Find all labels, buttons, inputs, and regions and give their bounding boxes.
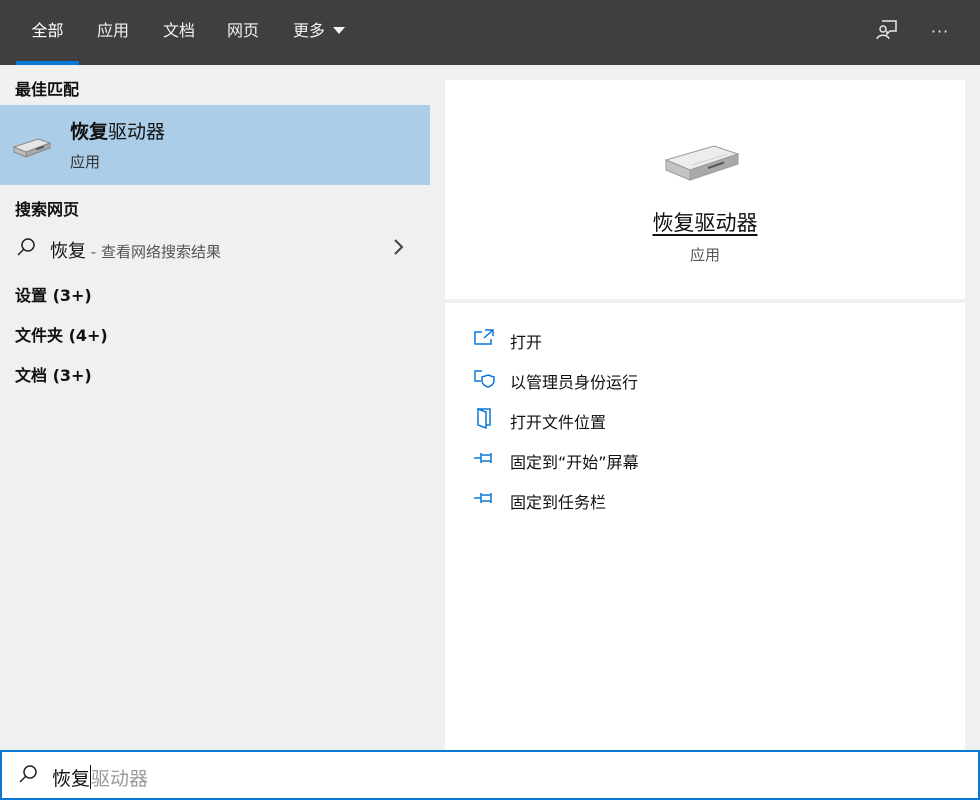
search-box[interactable]: 恢复驱动器 [0,750,980,800]
action-open-file-location-label: 打开文件位置 [510,413,607,432]
more-options-icon[interactable]: ··· [926,18,954,46]
action-run-as-admin-label: 以管理员身份运行 [510,373,639,392]
drive-icon [664,145,740,181]
file-location-icon [477,407,491,429]
top-nav-bar: 全部 应用 文档 网页 更多 ··· [0,0,980,65]
search-icon [19,765,37,783]
preview-actions: 打开 以管理员身份运行 打开文件位置 固定到“开始”屏幕 固定到任务栏 [445,303,965,750]
best-match-item[interactable]: 恢复驱动器 应用 [0,105,430,185]
action-pin-to-taskbar[interactable]: 固定到任务栏 [473,485,943,515]
action-open-file-location[interactable]: 打开文件位置 [473,405,943,435]
action-run-as-admin[interactable]: 以管理员身份运行 [473,365,943,395]
preview-app-title[interactable]: 恢复驱动器 [445,207,965,237]
pin-icon [474,493,492,503]
results-panel: 最佳匹配 恢复驱动器 应用 搜索网页 恢复 - 查看网络搜索结果 设置 (3+)… [0,65,430,750]
search-icon [17,238,35,256]
best-match-type: 应用 [70,153,101,171]
best-match-name-rest: 驱动器 [108,121,166,143]
tab-more-label: 更多 [292,21,325,40]
action-open-label: 打开 [510,333,543,352]
web-result-text: 恢复 - 查看网络搜索结果 [50,237,221,263]
documents-group-heading[interactable]: 文档 (3+) [15,362,92,386]
search-input[interactable]: 恢复驱动器 [52,764,148,791]
preview-app-type: 应用 [689,246,720,264]
chevron-right-icon[interactable] [392,237,406,257]
open-icon [474,329,494,345]
pin-icon [474,453,492,463]
preview-header: 恢复驱动器 应用 [445,80,965,299]
best-match-heading: 最佳匹配 [15,80,80,99]
tab-documents[interactable]: 文档 [152,0,206,65]
tab-all-label: 全部 [31,21,64,40]
tab-more[interactable]: 更多 [283,0,355,65]
web-search-result[interactable]: 恢复 - 查看网络搜索结果 [0,227,430,269]
tab-documents-label: 文档 [162,21,195,40]
feedback-icon[interactable] [873,18,901,46]
best-match-name-bold: 恢复 [70,121,109,143]
settings-group-heading[interactable]: 设置 (3+) [15,282,92,306]
web-result-query: 恢复 [50,241,86,262]
action-pin-to-taskbar-label: 固定到任务栏 [510,493,607,512]
action-pin-to-start-label: 固定到“开始”屏幕 [510,453,639,472]
web-result-hint: - 查看网络搜索结果 [86,243,221,261]
drive-icon [12,138,52,158]
folders-group-heading[interactable]: 文件夹 (4+) [15,322,108,346]
admin-shield-icon [474,370,495,388]
search-typed-text: 恢复 [52,768,91,790]
web-search-heading: 搜索网页 [15,200,80,219]
search-autocomplete-suggestion: 驱动器 [91,768,149,790]
best-match-name: 恢复驱动器 [70,117,165,144]
tab-web[interactable]: 网页 [216,0,270,65]
action-pin-to-start[interactable]: 固定到“开始”屏幕 [473,445,943,475]
tab-apps[interactable]: 应用 [86,0,140,65]
tab-all[interactable]: 全部 [16,0,79,65]
tab-web-label: 网页 [226,21,259,40]
tab-apps-label: 应用 [96,21,129,40]
action-open[interactable]: 打开 [473,325,943,355]
chevron-down-icon [333,27,345,34]
